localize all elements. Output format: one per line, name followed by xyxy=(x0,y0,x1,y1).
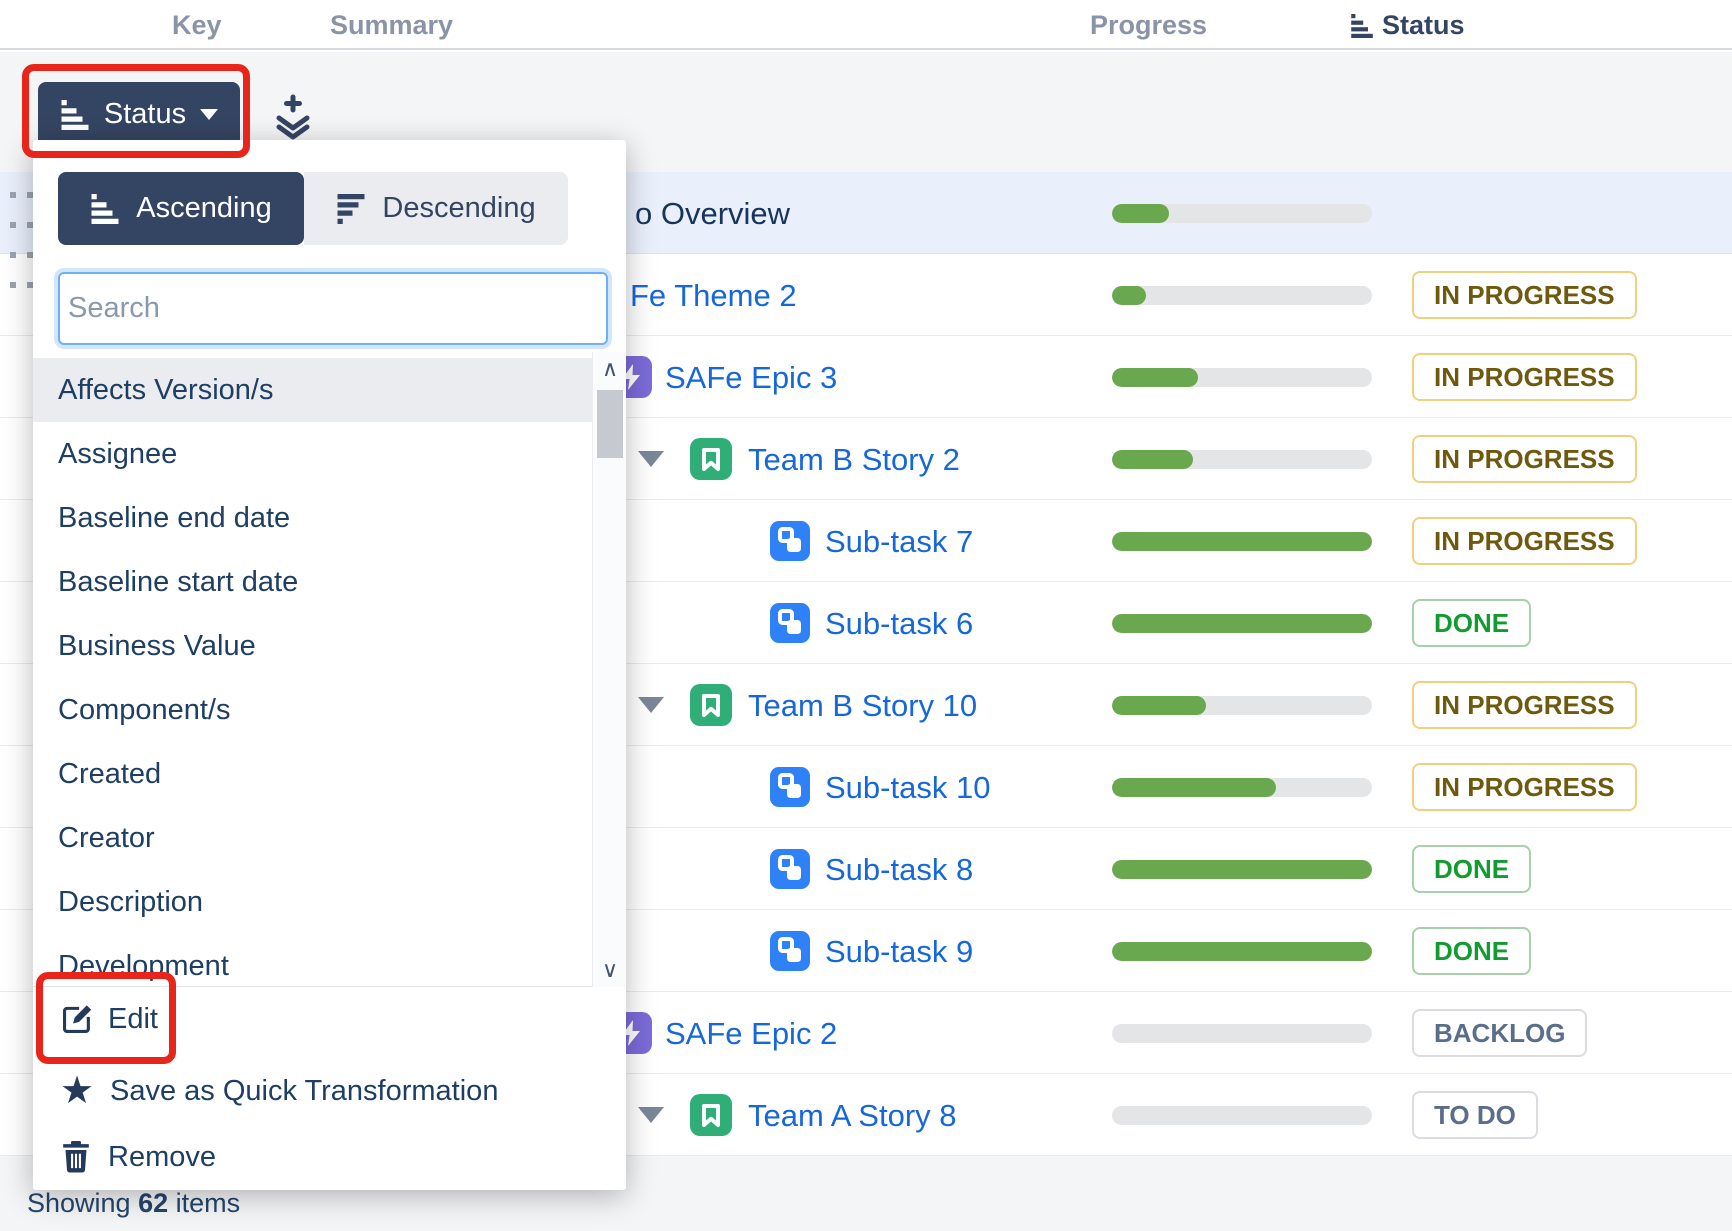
status-badge: BACKLOG xyxy=(1412,1009,1587,1057)
field-list: Affects Version/sAssigneeBaseline end da… xyxy=(33,352,626,987)
progress-bar xyxy=(1112,1024,1372,1043)
descending-button[interactable]: Descending xyxy=(304,172,568,245)
progress-bar-fill xyxy=(1112,450,1193,469)
scroll-up-arrow-icon[interactable]: ∧ xyxy=(593,352,627,386)
issue-summary-link[interactable]: Sub-task 8 xyxy=(825,852,973,888)
status-badge: IN PROGRESS xyxy=(1412,435,1637,483)
progress-bar-fill xyxy=(1112,696,1206,715)
issue-summary-link[interactable]: Sub-task 10 xyxy=(825,770,990,806)
field-option[interactable]: Description xyxy=(33,870,592,934)
issue-summary-link[interactable]: Sub-task 9 xyxy=(825,934,973,970)
field-list-scrollbar[interactable]: ∧ ∨ xyxy=(592,352,626,987)
subtask-issue-icon xyxy=(770,603,812,645)
issue-summary-link[interactable]: Fe Theme 2 xyxy=(630,278,797,314)
status-badge: DONE xyxy=(1412,845,1531,893)
edit-icon xyxy=(60,1002,94,1036)
column-header-row: Key Summary Progress Status xyxy=(0,0,1732,50)
subtask-issue-icon xyxy=(770,931,812,973)
row-drag-handle[interactable] xyxy=(8,192,32,292)
subtask-issue-icon xyxy=(770,849,812,891)
status-badge: DONE xyxy=(1412,927,1531,975)
remove-action[interactable]: Remove xyxy=(33,1128,626,1186)
sort-dropdown-panel: Ascending Descending Affects Version/sAs… xyxy=(33,140,626,1190)
field-option[interactable]: Created xyxy=(33,742,592,806)
status-badge: TO DO xyxy=(1412,1091,1538,1139)
items-count-status: Showing 62 items xyxy=(27,1188,240,1219)
edit-action[interactable]: Edit xyxy=(33,990,626,1048)
subtask-issue-icon xyxy=(770,767,812,809)
story-issue-icon xyxy=(690,438,732,480)
progress-bar xyxy=(1112,286,1372,305)
progress-bar xyxy=(1112,860,1372,879)
issue-summary-link[interactable]: Sub-task 7 xyxy=(825,524,973,560)
story-issue-icon xyxy=(690,684,732,726)
items-count: 62 xyxy=(138,1188,168,1218)
collapse-triangle-icon[interactable] xyxy=(638,697,664,713)
progress-bar xyxy=(1112,532,1372,551)
collapse-triangle-icon[interactable] xyxy=(638,451,664,467)
progress-bar-fill xyxy=(1112,368,1198,387)
status-badge: IN PROGRESS xyxy=(1412,763,1637,811)
story-issue-icon xyxy=(690,1094,732,1136)
progress-bar-fill xyxy=(1112,532,1372,551)
issue-summary-link[interactable]: SAFe Epic 2 xyxy=(665,1016,837,1052)
issue-summary-link: o Overview xyxy=(635,196,790,232)
progress-bar xyxy=(1112,778,1372,797)
issue-summary-link[interactable]: Team A Story 8 xyxy=(748,1098,957,1134)
scroll-down-arrow-icon[interactable]: ∨ xyxy=(593,953,627,987)
sort-ascending-icon xyxy=(90,194,120,224)
star-icon: ★ xyxy=(60,1074,100,1108)
add-transformation-button[interactable] xyxy=(272,94,314,140)
field-option[interactable]: Business Value xyxy=(33,614,592,678)
progress-bar xyxy=(1112,1106,1372,1125)
sort-button-label: Status xyxy=(104,98,186,131)
sort-ascending-icon xyxy=(60,100,90,130)
progress-bar xyxy=(1112,368,1372,387)
progress-bar-fill xyxy=(1112,614,1372,633)
sort-descending-icon xyxy=(336,194,366,224)
progress-bar xyxy=(1112,614,1372,633)
field-option[interactable]: Component/s xyxy=(33,678,592,742)
column-header-key[interactable]: Key xyxy=(172,10,222,41)
progress-bar-fill xyxy=(1112,204,1169,223)
progress-bar xyxy=(1112,942,1372,961)
progress-bar-fill xyxy=(1112,942,1372,961)
field-search-input[interactable] xyxy=(58,272,608,345)
issue-summary-link[interactable]: SAFe Epic 3 xyxy=(665,360,837,396)
progress-bar-fill xyxy=(1112,286,1146,305)
issue-summary-link[interactable]: Sub-task 6 xyxy=(825,606,973,642)
progress-bar xyxy=(1112,696,1372,715)
progress-bar-fill xyxy=(1112,860,1372,879)
status-sort-dropdown-button[interactable]: Status xyxy=(38,82,240,147)
status-badge: DONE xyxy=(1412,599,1531,647)
progress-bar xyxy=(1112,450,1372,469)
save-quick-transformation-action[interactable]: ★ Save as Quick Transformation xyxy=(33,1062,626,1120)
status-badge: IN PROGRESS xyxy=(1412,353,1637,401)
field-option[interactable]: Baseline end date xyxy=(33,486,592,550)
field-option[interactable]: Affects Version/s xyxy=(33,358,592,422)
field-option[interactable]: Baseline start date xyxy=(33,550,592,614)
subtask-issue-icon xyxy=(770,521,812,563)
scrollbar-thumb[interactable] xyxy=(597,390,623,458)
column-header-status[interactable]: Status xyxy=(1382,10,1465,41)
status-badge: IN PROGRESS xyxy=(1412,271,1637,319)
column-header-summary[interactable]: Summary xyxy=(330,10,453,41)
status-badge: IN PROGRESS xyxy=(1412,517,1637,565)
progress-bar-fill xyxy=(1112,778,1276,797)
field-option[interactable]: Creator xyxy=(33,806,592,870)
trash-icon xyxy=(60,1140,94,1174)
column-header-progress[interactable]: Progress xyxy=(1090,10,1207,41)
chevron-down-icon xyxy=(200,109,218,120)
structure-board: Key Summary Progress Status Status o Ove… xyxy=(0,0,1732,1231)
progress-bar xyxy=(1112,204,1372,223)
issue-summary-link[interactable]: Team B Story 2 xyxy=(748,442,960,478)
sort-ascending-icon xyxy=(1350,14,1374,38)
status-badge: IN PROGRESS xyxy=(1412,681,1637,729)
field-option[interactable]: Assignee xyxy=(33,422,592,486)
issue-summary-link[interactable]: Team B Story 10 xyxy=(748,688,977,724)
ascending-button[interactable]: Ascending xyxy=(58,172,304,245)
collapse-triangle-icon[interactable] xyxy=(638,1107,664,1123)
field-option[interactable]: Development xyxy=(33,934,592,987)
